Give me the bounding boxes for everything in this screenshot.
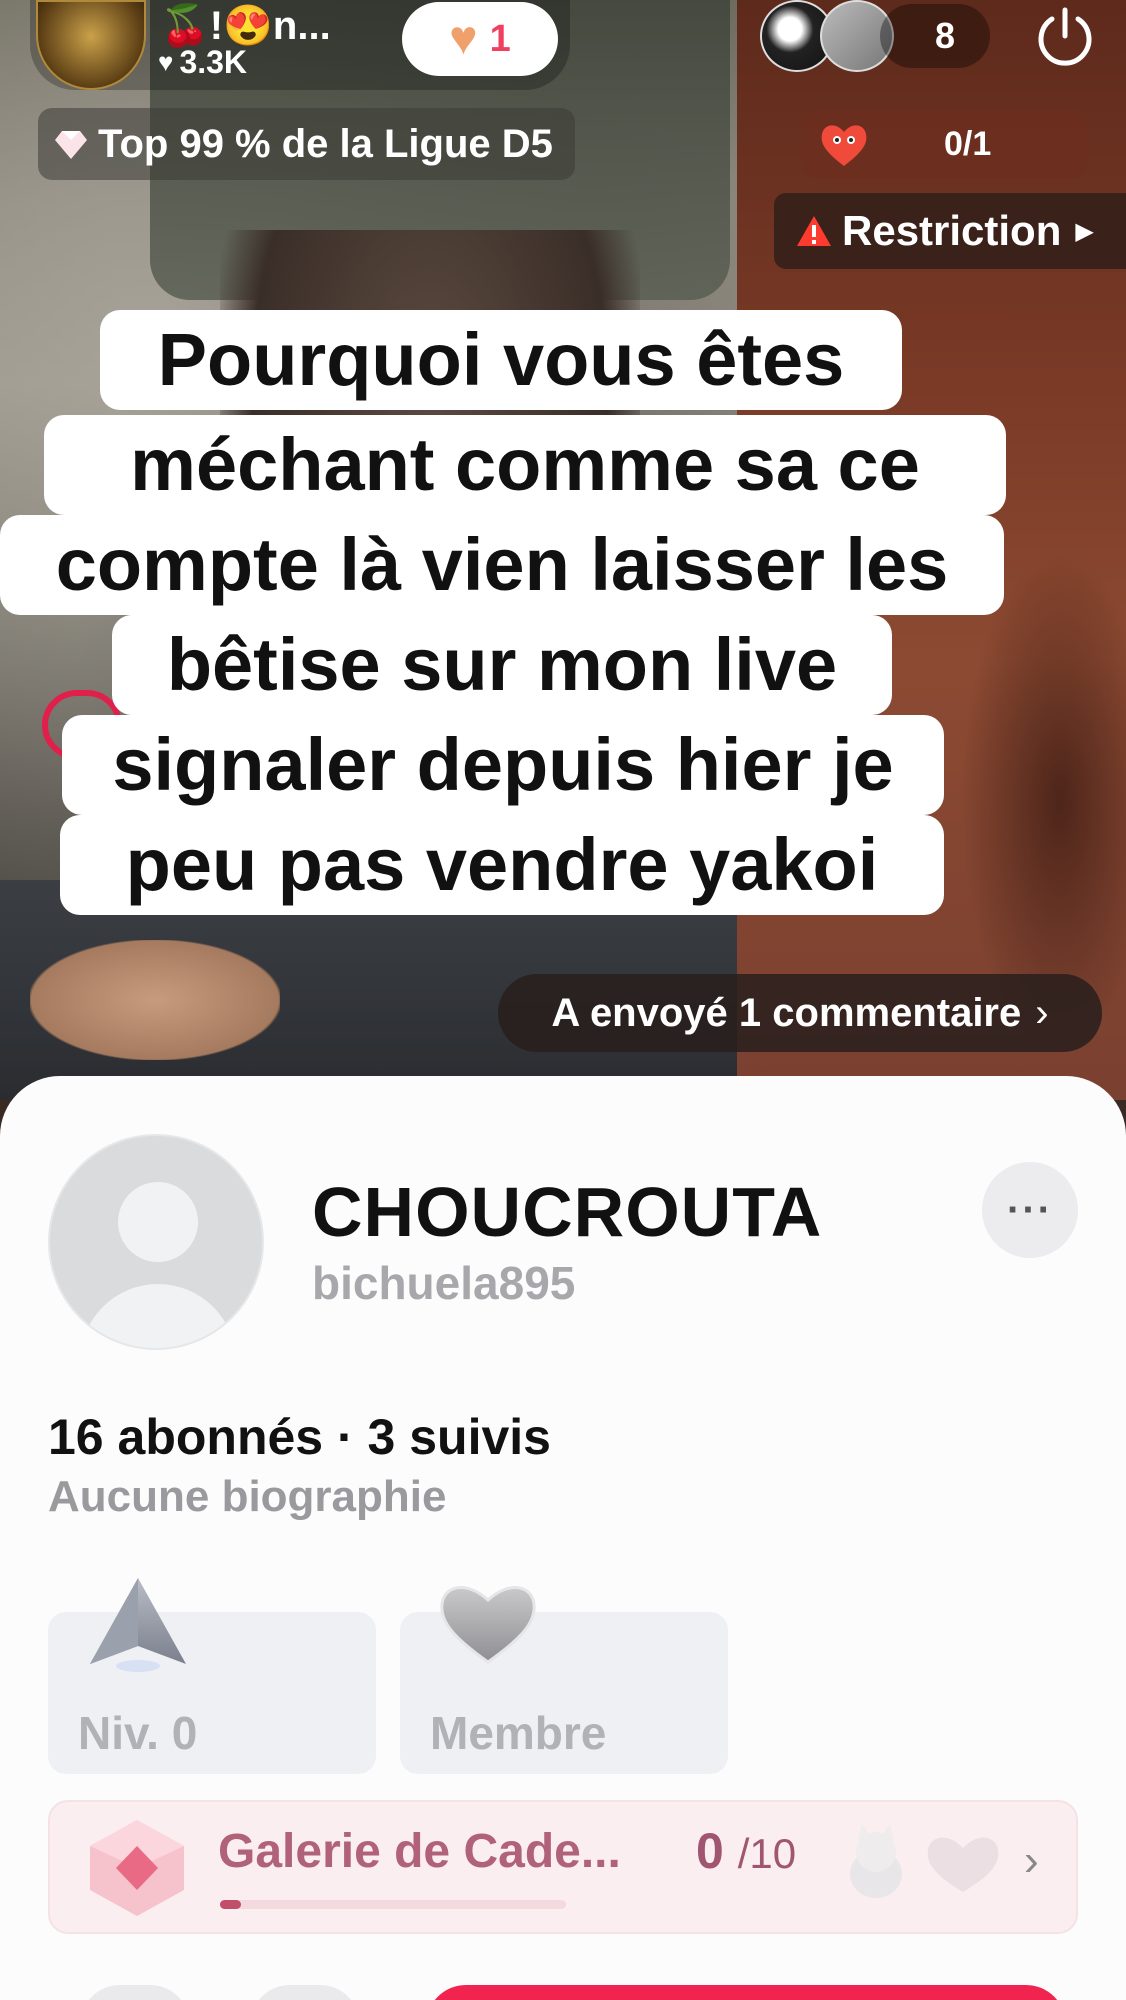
caption-line: bêtise sur mon live — [112, 615, 892, 715]
gem-icon — [90, 1820, 184, 1916]
gift-goal-pill[interactable]: 0/1 — [802, 110, 1088, 178]
level-badge-label: Niv. 0 — [78, 1707, 198, 1759]
cat-gift-icon — [850, 1824, 902, 1898]
follow-stats[interactable]: 16 abonnés · 3 suivis — [48, 1408, 551, 1466]
caption-line: peu pas vendre yakoi — [60, 815, 944, 915]
caption-line: compte là vien laisser les — [0, 515, 1004, 615]
heart-icon: ♥ — [158, 47, 174, 77]
caption-line: méchant comme sa ce — [44, 415, 1006, 515]
level-arrow-icon — [90, 1578, 186, 1672]
follow-heart-count: 1 — [489, 17, 511, 60]
gift-gallery-progress-track — [220, 1900, 566, 1909]
heart-gift-icon — [821, 125, 867, 166]
member-heart-icon — [440, 1586, 536, 1664]
host-name: 🍒!😍n... — [160, 4, 331, 48]
chevron-right-icon: › — [1024, 1836, 1039, 1885]
gift-gallery-count: 0 /10 — [696, 1822, 796, 1880]
heart-gift-icon — [927, 1837, 999, 1892]
gift-gallery-title: Galerie de Cade... — [218, 1825, 621, 1878]
viewers-group[interactable]: 8 — [760, 0, 994, 72]
gift-gallery-row[interactable]: Galerie de Cade... 0 /10 › — [48, 1800, 1078, 1934]
caption-line: Pourquoi vous êtes — [100, 310, 902, 410]
league-rank-text: Top 99 % de la Ligue D5 — [98, 121, 553, 166]
profile-bio: Aucune biographie — [48, 1472, 447, 1521]
diamond-icon — [55, 131, 87, 159]
member-badge-label: Membre — [430, 1707, 607, 1759]
orange-heart-icon: ♥ — [449, 12, 478, 65]
league-rank-pill[interactable]: Top 99 % de la Ligue D5 — [38, 108, 575, 180]
chevron-right-icon: › — [1035, 990, 1049, 1035]
gift-gallery-total: /10 — [737, 1830, 797, 1877]
caret-right-icon: ▶ — [1075, 217, 1094, 245]
follow-heart-button[interactable]: ♥ 1 — [402, 2, 558, 76]
profile-display-name: CHOUCROUTA — [312, 1173, 823, 1251]
profile-username: bichuela895 — [312, 1257, 576, 1309]
gift-gallery-progress-fill — [220, 1900, 241, 1909]
gift-gallery-collected: 0 — [696, 1823, 724, 1879]
power-icon[interactable] — [1032, 4, 1098, 70]
profile-avatar[interactable] — [48, 1134, 264, 1350]
warning-icon — [797, 216, 831, 246]
host-likes: ♥ 3.3K — [158, 44, 247, 81]
avatar-body-shape — [80, 1284, 236, 1348]
sent-comment-button[interactable]: A envoyé 1 commentaire › — [498, 974, 1102, 1052]
caption-line: signaler depuis hier je — [62, 715, 944, 815]
video-hand — [30, 940, 280, 1060]
more-options-button[interactable]: ··· — [982, 1162, 1078, 1258]
avatar-head-shape — [118, 1182, 198, 1262]
restriction-button[interactable]: Restriction ▶ — [774, 193, 1126, 269]
sent-comment-label: A envoyé 1 commentaire — [551, 990, 1022, 1035]
gift-goal-progress: 0/1 — [944, 124, 992, 163]
viewer-count[interactable]: 8 — [880, 4, 990, 68]
primary-action-button[interactable] — [426, 1985, 1066, 2000]
host-likes-count: 3.3K — [179, 44, 248, 80]
restriction-label: Restriction — [842, 207, 1062, 254]
